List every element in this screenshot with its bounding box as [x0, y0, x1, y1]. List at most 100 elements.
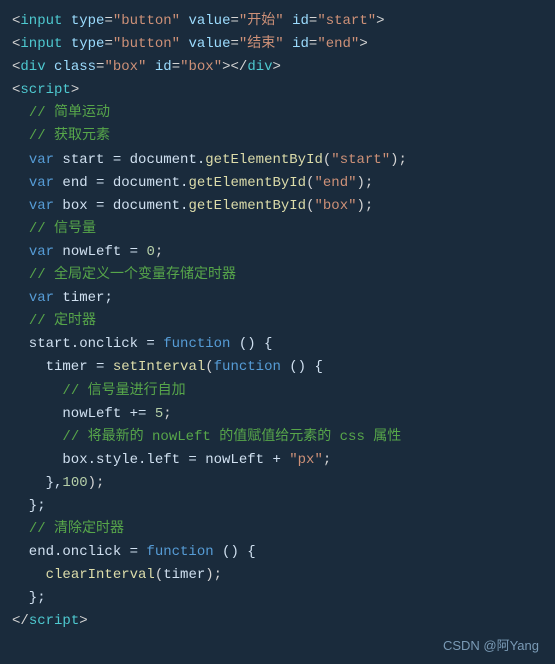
code-line: end.onclick = function () { — [12, 541, 543, 564]
token-func: clearInterval — [46, 567, 155, 583]
token-keyword: function — [214, 359, 281, 375]
token-val: "box" — [314, 198, 356, 214]
token-keyword: var — [29, 198, 54, 214]
token-white — [12, 128, 29, 144]
code-content: <input type="button" value="开始" id="star… — [12, 10, 543, 634]
token-comment: // 清除定时器 — [29, 521, 124, 537]
token-white — [12, 267, 29, 283]
token-attr: value — [188, 36, 230, 52]
token-tag: script — [29, 613, 79, 629]
token-white — [12, 567, 46, 583]
token-func: setInterval — [113, 359, 205, 375]
code-line: },100); — [12, 472, 543, 495]
token-val: "开始" — [239, 13, 284, 29]
token-func: getElementById — [188, 198, 306, 214]
token-val: "px" — [289, 452, 323, 468]
token-punct: > — [359, 36, 367, 52]
code-line: clearInterval(timer); — [12, 564, 543, 587]
token-white — [12, 383, 62, 399]
code-line: var nowLeft = 0; — [12, 241, 543, 264]
token-white: timer; — [54, 290, 113, 306]
token-val: "box" — [180, 59, 222, 75]
token-comment: // 获取元素 — [29, 128, 110, 144]
code-line: box.style.left = nowLeft + "px"; — [12, 449, 543, 472]
token-comment: // 全局定义一个变量存储定时器 — [29, 267, 236, 283]
token-white — [284, 13, 292, 29]
token-white — [12, 429, 62, 445]
token-attr: value — [188, 13, 230, 29]
token-val: "end" — [314, 175, 356, 191]
token-white: end.onclick = — [12, 544, 146, 560]
token-attr: class — [54, 59, 96, 75]
token-val: "button" — [113, 36, 180, 52]
token-white: box = document. — [54, 198, 188, 214]
code-line: // 全局定义一个变量存储定时器 — [12, 264, 543, 287]
token-white — [62, 13, 70, 29]
code-line: // 定时器 — [12, 310, 543, 333]
token-white: () { — [230, 336, 272, 352]
token-white — [12, 313, 29, 329]
token-comment: // 简单运动 — [29, 105, 110, 121]
token-white — [46, 59, 54, 75]
token-punct: ); — [205, 567, 222, 583]
token-punct: = — [230, 13, 238, 29]
code-block: <input type="button" value="开始" id="star… — [0, 0, 555, 664]
code-line: }; — [12, 495, 543, 518]
token-keyword: var — [29, 244, 54, 260]
token-punct: ; — [323, 452, 331, 468]
token-keyword: function — [163, 336, 230, 352]
token-white: box.style.left = nowLeft + — [12, 452, 289, 468]
token-white: () { — [214, 544, 256, 560]
token-func: getElementById — [188, 175, 306, 191]
token-val: "start" — [331, 152, 390, 168]
token-attr: type — [71, 36, 105, 52]
token-keyword: var — [29, 290, 54, 306]
token-attr: id — [292, 13, 309, 29]
token-white: nowLeft += — [12, 406, 155, 422]
token-white: nowLeft = — [54, 244, 146, 260]
token-white — [12, 521, 29, 537]
token-comment: // 信号量 — [29, 221, 96, 237]
token-white: }; — [12, 590, 46, 606]
token-white: start.onclick = — [12, 336, 163, 352]
token-keyword: function — [146, 544, 213, 560]
code-line: // 简单运动 — [12, 102, 543, 125]
token-keyword: var — [29, 175, 54, 191]
token-punct: ); — [390, 152, 407, 168]
token-punct: > — [79, 613, 87, 629]
token-comment: // 定时器 — [29, 313, 96, 329]
token-number: 0 — [146, 244, 154, 260]
code-line: <input type="button" value="开始" id="star… — [12, 10, 543, 33]
token-punct: = — [104, 13, 112, 29]
token-punct: ); — [357, 175, 374, 191]
token-white — [146, 59, 154, 75]
token-white — [12, 290, 29, 306]
code-line: nowLeft += 5; — [12, 403, 543, 426]
token-white — [12, 175, 29, 191]
token-white: start = document. — [54, 152, 205, 168]
token-white — [62, 36, 70, 52]
token-func: getElementById — [205, 152, 323, 168]
code-line: var timer; — [12, 287, 543, 310]
code-line: start.onclick = function () { — [12, 333, 543, 356]
token-tag: script — [20, 82, 70, 98]
code-line: <div class="box" id="box"></div> — [12, 56, 543, 79]
code-line: timer = setInterval(function () { — [12, 356, 543, 379]
token-attr: id — [292, 36, 309, 52]
code-line: // 信号量进行自加 — [12, 380, 543, 403]
token-white: end = document. — [54, 175, 188, 191]
code-line: }; — [12, 587, 543, 610]
token-val: "button" — [113, 13, 180, 29]
token-punct: ; — [163, 406, 171, 422]
token-white: }, — [12, 475, 62, 491]
token-white: }; — [12, 498, 46, 514]
code-line: </script> — [12, 610, 543, 633]
token-comment: // 将最新的 nowLeft 的值赋值给元素的 css 属性 — [62, 429, 401, 445]
code-line: // 信号量 — [12, 218, 543, 241]
token-punct: ( — [155, 567, 163, 583]
token-white — [12, 244, 29, 260]
token-white — [12, 198, 29, 214]
token-comment: // 信号量进行自加 — [62, 383, 185, 399]
token-white: timer — [163, 567, 205, 583]
token-val: "start" — [317, 13, 376, 29]
